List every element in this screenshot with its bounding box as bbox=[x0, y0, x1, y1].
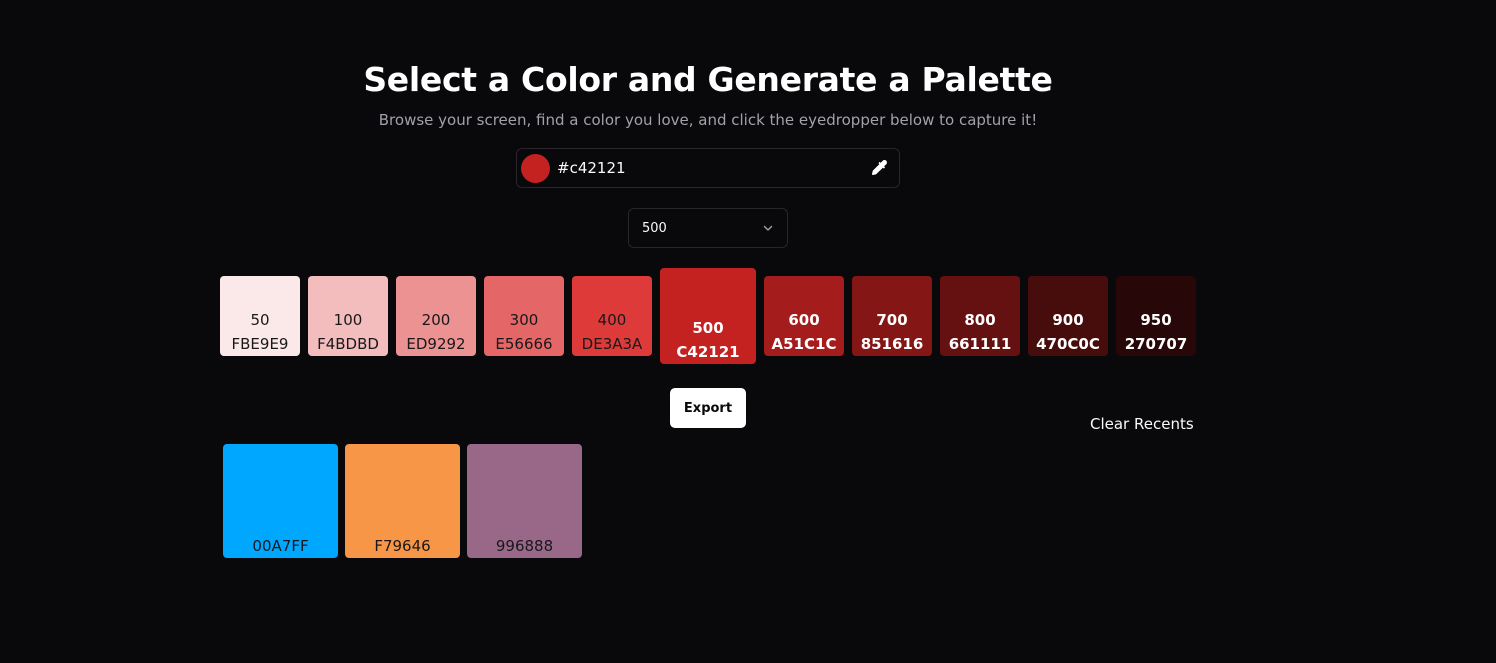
shade-hex: FBE9E9 bbox=[231, 335, 289, 353]
shade-hex: DE3A3A bbox=[581, 335, 643, 353]
shade-number: 900 bbox=[1052, 311, 1084, 329]
shade-hex: 270707 bbox=[1124, 335, 1188, 353]
chevron-down-icon bbox=[763, 225, 773, 231]
shade-hex: ED9292 bbox=[406, 335, 466, 353]
shade-hex: 661111 bbox=[948, 335, 1012, 353]
shade-number: 400 bbox=[597, 311, 627, 329]
recent-color-hex: 00A7FF bbox=[252, 537, 309, 555]
shade-hex: 470C0C bbox=[1036, 335, 1100, 353]
shade-number: 200 bbox=[421, 311, 451, 329]
shade-hex: A51C1C bbox=[771, 335, 837, 353]
shade-number: 700 bbox=[876, 311, 908, 329]
palette-shade-950[interactable]: 950 270707 bbox=[1116, 276, 1196, 356]
palette-shade-800[interactable]: 800 661111 bbox=[940, 276, 1020, 356]
color-input-field[interactable]: #c42121 bbox=[516, 148, 900, 188]
recent-color-swatch[interactable]: 996888 bbox=[467, 444, 582, 558]
shade-hex: F4BDBD bbox=[317, 335, 379, 353]
palette-shade-300[interactable]: 300 E56666 bbox=[484, 276, 564, 356]
shade-hex: 851616 bbox=[860, 335, 924, 353]
palette-shade-50[interactable]: 50 FBE9E9 bbox=[220, 276, 300, 356]
palette-shade-200[interactable]: 200 ED9292 bbox=[396, 276, 476, 356]
page-title: Select a Color and Generate a Palette bbox=[363, 60, 1053, 99]
shade-select-dropdown[interactable]: 500 bbox=[628, 208, 788, 248]
page: Select a Color and Generate a Palette Br… bbox=[0, 0, 1496, 663]
clear-recents-button[interactable]: Clear Recents bbox=[1090, 415, 1194, 433]
shade-hex: C42121 bbox=[676, 343, 740, 361]
palette-shade-500[interactable]: 500 C42121 bbox=[660, 268, 756, 364]
shade-select-value: 500 bbox=[642, 220, 667, 236]
shade-number: 50 bbox=[250, 311, 270, 329]
export-button[interactable]: Export bbox=[670, 388, 746, 428]
shade-number: 100 bbox=[333, 311, 363, 329]
palette-shade-700[interactable]: 700 851616 bbox=[852, 276, 932, 356]
shade-number: 300 bbox=[509, 311, 539, 329]
shade-number: 500 bbox=[692, 319, 724, 337]
page-subtitle: Browse your screen, find a color you lov… bbox=[378, 111, 1038, 129]
hex-value-text[interactable]: #c42121 bbox=[557, 159, 626, 177]
palette-shade-600[interactable]: 600 A51C1C bbox=[764, 276, 844, 356]
recent-color-swatch[interactable]: 00A7FF bbox=[223, 444, 338, 558]
recent-color-swatch[interactable]: F79646 bbox=[345, 444, 460, 558]
current-color-swatch bbox=[521, 153, 550, 183]
palette-shade-900[interactable]: 900 470C0C bbox=[1028, 276, 1108, 356]
palette-shade-400[interactable]: 400 DE3A3A bbox=[572, 276, 652, 356]
recent-color-hex: 996888 bbox=[495, 537, 554, 555]
shade-hex: E56666 bbox=[495, 335, 553, 353]
shade-number: 950 bbox=[1140, 311, 1172, 329]
recent-color-hex: F79646 bbox=[374, 537, 431, 555]
palette-shade-100[interactable]: 100 F4BDBD bbox=[308, 276, 388, 356]
eyedropper-icon[interactable] bbox=[869, 158, 889, 178]
shade-number: 800 bbox=[964, 311, 996, 329]
shade-number: 600 bbox=[788, 311, 820, 329]
